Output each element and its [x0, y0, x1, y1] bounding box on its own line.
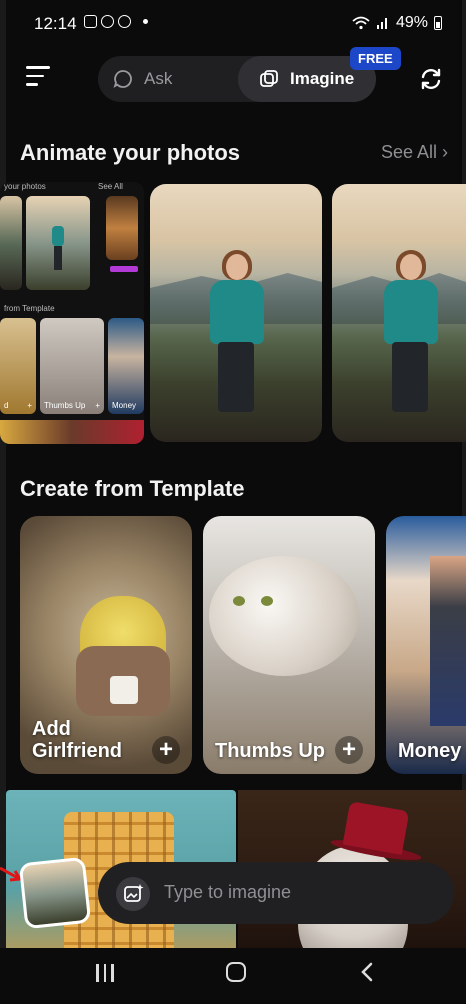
tab-ask[interactable]: Ask: [112, 56, 222, 102]
mini-label: your photos: [4, 182, 46, 191]
instagram-icon: [118, 15, 131, 28]
mini-strip: [0, 420, 144, 444]
refresh-icon[interactable]: [418, 66, 444, 92]
template-label: Add Girlfriend: [32, 718, 123, 762]
animate-section-title: Animate your photos: [20, 140, 241, 165]
mini-template: Thumbs Up +: [40, 318, 104, 414]
template-label: Money: [398, 740, 462, 762]
animation-preview-collage[interactable]: your photos See All from Template d + Th…: [0, 182, 144, 444]
battery-percent: 49%: [395, 14, 428, 31]
mini-template: d +: [0, 318, 36, 414]
free-badge: FREE: [350, 47, 401, 70]
mini-label: See All: [98, 182, 123, 191]
chat-bubble-icon: [113, 70, 132, 88]
notification-icons: [84, 15, 148, 28]
hamburger-menu-icon[interactable]: [26, 66, 52, 90]
template-card-add-girlfriend[interactable]: Add Girlfriend +: [20, 516, 192, 774]
home-button[interactable]: [226, 962, 246, 982]
wifi-icon: [352, 16, 370, 30]
selected-photo-thumbnail[interactable]: [18, 856, 92, 930]
template-section-title: Create from Template: [20, 476, 245, 501]
animated-photo-card[interactable]: [332, 184, 466, 442]
mini-photo: [26, 196, 90, 290]
template-card-money[interactable]: Money: [386, 516, 466, 774]
animated-photo-card[interactable]: [150, 184, 322, 442]
mini-template: Money: [108, 318, 144, 414]
recents-button[interactable]: [96, 964, 114, 982]
battery-icon: [434, 16, 442, 30]
more-notifications-icon: [143, 19, 148, 24]
add-icon[interactable]: +: [152, 736, 180, 764]
signal-icon: [376, 18, 387, 29]
template-card-thumbs-up[interactable]: Thumbs Up +: [203, 516, 375, 774]
mini-label: from Template: [4, 304, 55, 313]
image-sparkle-icon[interactable]: [116, 877, 150, 911]
template-label: Thumbs Up: [215, 740, 325, 762]
status-time: 12:14: [34, 14, 77, 33]
system-nav-bar: [0, 948, 466, 1004]
chevron-right-icon: ›: [442, 142, 448, 162]
hiker-figure: [206, 250, 266, 434]
see-all-label: See All: [380, 142, 437, 162]
tab-imagine-label: Imagine: [290, 69, 355, 88]
status-bar: 12:14 49%: [0, 0, 466, 48]
back-icon[interactable]: [360, 962, 374, 982]
status-right: 49%: [352, 14, 442, 32]
mini-photo: [0, 196, 22, 290]
layers-icon: [260, 70, 278, 87]
mini-photo: [106, 196, 138, 260]
prompt-bar[interactable]: Type to imagine: [98, 862, 454, 924]
add-icon[interactable]: +: [335, 736, 363, 764]
tab-ask-label: Ask: [144, 69, 173, 88]
timeline-bar: [110, 266, 138, 272]
prompt-placeholder: Type to imagine: [164, 882, 292, 902]
hiker-figure: [380, 250, 440, 434]
instagram-icon: [101, 15, 114, 28]
see-all-link[interactable]: See All ›: [381, 142, 448, 163]
mode-switcher: Ask Imagine: [98, 56, 376, 102]
gallery-icon: [84, 15, 97, 28]
